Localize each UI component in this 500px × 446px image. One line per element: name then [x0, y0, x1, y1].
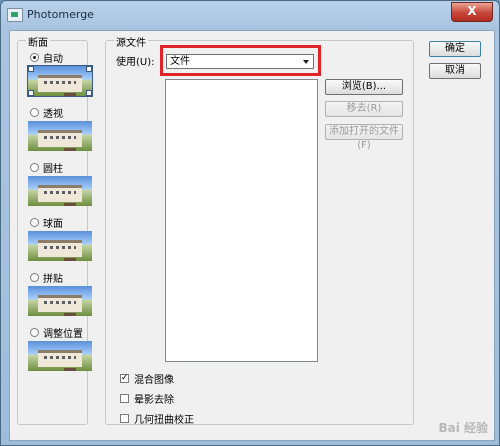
checkbox-box[interactable]: ✓ [120, 374, 129, 383]
thumb-reposition[interactable] [28, 341, 92, 371]
radio-reposition[interactable]: 调整位置 [30, 325, 83, 340]
radio-button[interactable] [30, 163, 39, 172]
checkbox-label-vignette: 晕影去除 [134, 395, 174, 406]
radio-auto[interactable]: 自动 [30, 50, 63, 65]
checkbox-label-distortion: 几何扭曲校正 [134, 415, 194, 426]
radio-label-reposition: 调整位置 [43, 329, 83, 340]
layout-group: 断面 自动 透视 圆柱 球面 拼贴 调整位置 [17, 34, 93, 425]
layout-group-label: 断面 [26, 34, 50, 49]
source-files-group: 源文件 使用(U): 文件 浏览(B)... 移去(R) 添加打开的文件(F) … [105, 34, 414, 426]
photomerge-window: Photomerge X 断面 自动 透视 圆柱 球面 拼贴 调整位置 源文件 … [0, 0, 500, 446]
photomerge-app-icon [7, 8, 23, 22]
thumb-auto[interactable] [27, 65, 93, 97]
use-label: 使用(U): [116, 57, 155, 68]
thumb-collage[interactable] [28, 286, 92, 316]
radio-button[interactable] [30, 53, 39, 62]
radio-spherical[interactable]: 球面 [30, 215, 63, 230]
window-title: Photomerge [27, 8, 94, 21]
radio-label-auto: 自动 [43, 54, 63, 65]
radio-label-perspective: 透视 [43, 109, 63, 120]
checkbox-box[interactable] [120, 414, 129, 423]
baidu-watermark: Bai 经验 [438, 421, 488, 435]
browse-button[interactable]: 浏览(B)... [325, 79, 403, 95]
radio-button[interactable] [30, 108, 39, 117]
dialog-body: 断面 自动 透视 圆柱 球面 拼贴 调整位置 源文件 使用(U): 文件 浏览(… [9, 30, 495, 441]
close-button[interactable]: X [451, 2, 493, 22]
radio-cylindrical[interactable]: 圆柱 [30, 160, 63, 175]
radio-button[interactable] [30, 273, 39, 282]
checkbox-distortion-correction[interactable]: 几何扭曲校正 [120, 411, 194, 426]
thumb-perspective[interactable] [28, 121, 92, 151]
radio-button[interactable] [30, 218, 39, 227]
checkbox-blend-images[interactable]: ✓ 混合图像 [120, 371, 174, 386]
checkbox-vignette-removal[interactable]: 晕影去除 [120, 391, 174, 406]
thumb-cylindrical[interactable] [28, 176, 92, 206]
ok-button[interactable]: 确定 [429, 41, 481, 57]
remove-button[interactable]: 移去(R) [325, 101, 403, 117]
checkbox-box[interactable] [120, 394, 129, 403]
checkbox-label-blend: 混合图像 [134, 375, 174, 386]
thumb-spherical[interactable] [28, 231, 92, 261]
radio-collage[interactable]: 拼贴 [30, 270, 63, 285]
title-bar[interactable]: Photomerge X [1, 1, 499, 29]
radio-label-collage: 拼贴 [43, 274, 63, 285]
radio-label-spherical: 球面 [43, 219, 63, 230]
radio-button[interactable] [30, 328, 39, 337]
file-list[interactable] [165, 79, 318, 362]
radio-perspective[interactable]: 透视 [30, 105, 63, 120]
source-group-label: 源文件 [114, 34, 148, 49]
radio-label-cylindrical: 圆柱 [43, 164, 63, 175]
cancel-button[interactable]: 取消 [429, 63, 481, 79]
annotation-highlight-box [160, 45, 321, 76]
add-open-files-button[interactable]: 添加打开的文件(F) [325, 124, 403, 151]
